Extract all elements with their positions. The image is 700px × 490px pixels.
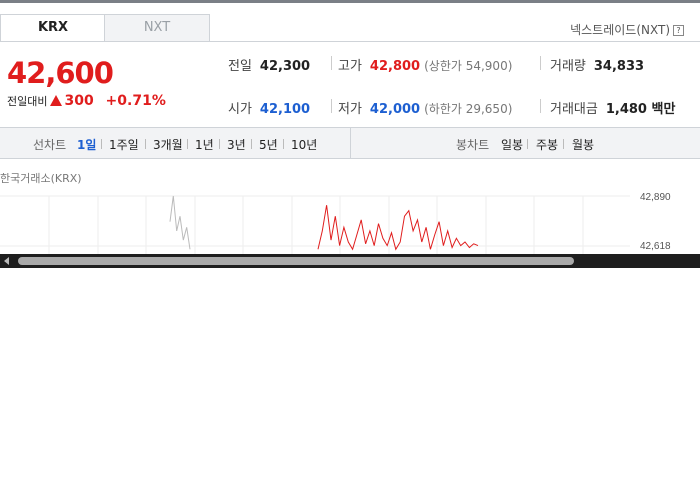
divider xyxy=(283,139,284,149)
period-1week[interactable]: 1주일 xyxy=(109,136,139,153)
nextrade-link-label: 넥스트레이드(NXT) xyxy=(570,23,670,37)
current-price: 42,600 xyxy=(7,56,114,90)
period-1day[interactable]: 1일 xyxy=(77,136,96,153)
prev-session-line xyxy=(169,195,191,250)
divider xyxy=(251,139,252,149)
line-chart-label: 선차트 xyxy=(33,138,67,152)
period-bar-divider xyxy=(350,128,351,158)
stat-amount: 거래대금 1,480 백만 xyxy=(550,98,675,117)
stat-value: 42,300 xyxy=(259,59,311,74)
divider xyxy=(527,139,528,149)
divider xyxy=(331,99,332,113)
help-icon[interactable]: ? xyxy=(673,25,684,36)
scroll-left-arrow-icon[interactable] xyxy=(4,257,9,265)
tab-underline xyxy=(0,41,700,42)
stat-prev-close: 전일 42,300 xyxy=(228,55,310,74)
period-10year[interactable]: 10년 xyxy=(291,136,317,153)
chart-period-bar: 선차트 1일 1주일 3개월 1년 3년 5년 10년 봉차트 일봉 주봉 월봉 xyxy=(0,128,700,159)
change-label: 전일대비 xyxy=(7,95,48,108)
stat-open: 시가 42,100 xyxy=(228,98,310,117)
divider xyxy=(219,139,220,149)
divider xyxy=(331,56,332,70)
stat-low: 저가 42,000 (하한가 29,650) xyxy=(338,98,512,117)
tab-nxt[interactable]: NXT xyxy=(104,14,210,42)
stat-label: 거래량 xyxy=(550,59,586,74)
scroll-thumb[interactable] xyxy=(18,257,574,265)
tab-krx[interactable]: KRX xyxy=(0,14,106,42)
stat-value: 42,000 xyxy=(369,102,421,117)
period-3year[interactable]: 3년 xyxy=(227,136,246,153)
period-daily-candle[interactable]: 일봉 xyxy=(501,136,523,153)
period-5year[interactable]: 5년 xyxy=(259,136,278,153)
y-tick-label: 42,890 xyxy=(640,192,671,203)
top-border xyxy=(0,0,700,3)
stat-high: 고가 42,800 (상한가 54,900) xyxy=(338,55,512,74)
chart-grid xyxy=(0,195,630,254)
divider xyxy=(187,139,188,149)
change-value: 300 xyxy=(64,93,94,109)
divider xyxy=(540,56,541,70)
stat-limit: (하한가 29,650) xyxy=(424,102,513,116)
up-triangle-icon xyxy=(50,95,63,106)
market-tabs: KRX NXT xyxy=(0,14,210,42)
divider xyxy=(145,139,146,149)
stat-value: 42,100 xyxy=(259,102,311,117)
stat-label: 시가 xyxy=(228,102,252,117)
price-line xyxy=(317,205,479,251)
stat-limit: (상한가 54,900) xyxy=(424,59,513,73)
period-monthly-candle[interactable]: 월봉 xyxy=(572,136,594,153)
stat-volume: 거래량 34,833 xyxy=(550,55,644,74)
intraday-chart: 42,890 42,618 xyxy=(0,192,671,254)
divider xyxy=(540,99,541,113)
change-percent: +0.71% xyxy=(105,93,166,109)
period-1year[interactable]: 1년 xyxy=(195,136,214,153)
stat-label: 전일 xyxy=(228,59,252,74)
candle-chart-label: 봉차트 xyxy=(456,138,490,152)
nextrade-link[interactable]: 넥스트레이드(NXT)? xyxy=(570,21,684,38)
period-3month[interactable]: 3개월 xyxy=(153,136,183,153)
stat-label: 거래대금 xyxy=(550,102,598,117)
period-weekly-candle[interactable]: 주봉 xyxy=(536,136,558,153)
y-tick-label: 42,618 xyxy=(640,241,671,252)
stat-value: 42,800 xyxy=(369,59,421,74)
price-change: 전일대비 300 +0.71% xyxy=(7,93,166,109)
horizontal-scrollbar[interactable] xyxy=(0,254,700,268)
divider xyxy=(101,139,102,149)
divider xyxy=(563,139,564,149)
chart-title: 한국거래소(KRX) xyxy=(0,172,82,185)
stat-value: 34,833 xyxy=(593,59,645,74)
stat-label: 고가 xyxy=(338,59,362,74)
stat-label: 저가 xyxy=(338,102,362,117)
stat-value: 1,480 백만 xyxy=(605,102,676,117)
